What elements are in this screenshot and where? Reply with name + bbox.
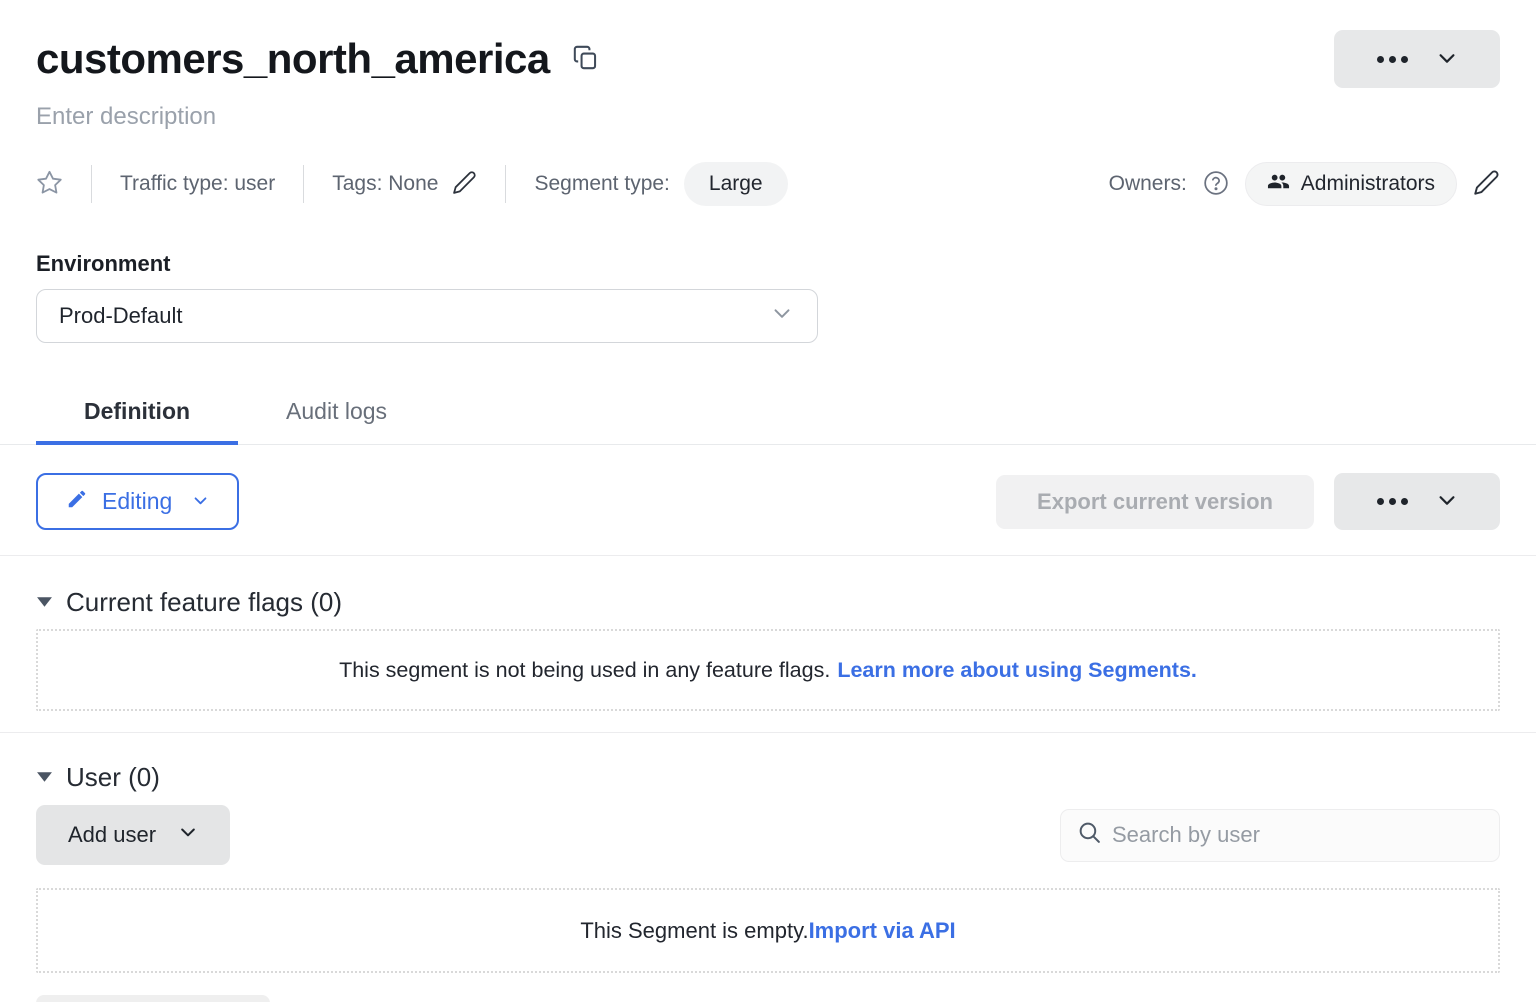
section-divider [0,732,1536,733]
pencil-icon [66,488,88,516]
editing-dropdown-button[interactable]: Editing [36,473,239,530]
question-circle-icon [1203,170,1229,199]
definition-toolbar: Editing Export current version [36,473,1500,530]
segment-type-label: Segment type: [534,172,669,196]
chevron-down-icon [1436,489,1458,514]
user-search-box [1060,809,1500,862]
chevron-down-icon [178,822,198,848]
description-placeholder[interactable]: Enter description [36,102,1500,132]
user-search-input[interactable] [1112,822,1483,848]
chevron-down-icon [769,300,795,332]
star-icon [36,169,63,199]
import-via-api-link[interactable]: Import via API [809,918,956,944]
export-current-version-button[interactable]: Export current version [996,475,1314,529]
environment-select[interactable]: Prod-Default [36,289,818,343]
environment-selected-option: Prod-Default [59,303,183,329]
feature-flags-section-header: Current feature flags (0) [36,586,1500,618]
favorite-star-button[interactable] [36,169,63,199]
tags-label: Tags: None [332,172,438,196]
feature-flags-section-title: Current feature flags (0) [66,586,342,618]
ellipsis-icon [1377,498,1408,505]
meta-divider [505,165,506,203]
owners-help-button[interactable] [1203,170,1229,199]
segment-detail-page: customers_north_america Enter descriptio… [0,0,1536,1002]
page-title: customers_north_america [36,30,550,88]
owners-value: Administrators [1301,172,1435,196]
edit-owners-button[interactable] [1473,169,1500,199]
environment-label: Environment [36,250,1500,278]
editing-label: Editing [102,488,172,515]
meta-divider [303,165,304,203]
user-empty-state: This Segment is empty. Import via API [36,888,1500,973]
caret-down-icon[interactable] [36,595,53,609]
feature-flags-empty-text: This segment is not being used in any fe… [339,658,830,683]
search-icon [1077,820,1102,850]
copy-title-button[interactable] [572,44,599,74]
tab-bar: Definition Audit logs [0,383,1536,445]
add-user-label: Add user [68,822,156,848]
pencil-icon [1473,169,1500,199]
ellipsis-icon [1377,56,1408,63]
meta-divider [91,165,92,203]
bottom-cutoff-button[interactable] [36,995,270,1002]
tab-definition[interactable]: Definition [36,383,238,444]
chevron-down-icon [1436,47,1458,72]
definition-more-menu-button[interactable] [1334,473,1500,530]
add-user-button[interactable]: Add user [36,805,230,865]
tab-audit-logs[interactable]: Audit logs [238,383,435,444]
feature-flags-empty-state: This segment is not being used in any fe… [36,629,1500,711]
chevron-down-icon [192,488,209,515]
user-controls-row: Add user [36,805,1500,865]
user-section-title: User (0) [66,761,160,793]
edit-tags-button[interactable] [452,170,477,198]
copy-icon [572,44,599,74]
header-more-menu-button[interactable] [1334,30,1500,88]
page-header: customers_north_america [36,30,1500,88]
people-icon [1267,170,1290,199]
caret-down-icon[interactable] [36,770,53,784]
segment-type-badge: Large [684,162,788,206]
pencil-icon [452,170,477,198]
user-empty-text: This Segment is empty. [580,918,808,944]
learn-more-link[interactable]: Learn more about using Segments. [837,658,1197,683]
meta-row: Traffic type: user Tags: None Segment ty… [36,162,1500,206]
section-divider [0,555,1536,556]
owners-chip: Administrators [1245,162,1457,206]
owners-label: Owners: [1109,172,1187,196]
user-section-header: User (0) [36,761,1500,793]
traffic-type-label: Traffic type: user [120,172,275,196]
